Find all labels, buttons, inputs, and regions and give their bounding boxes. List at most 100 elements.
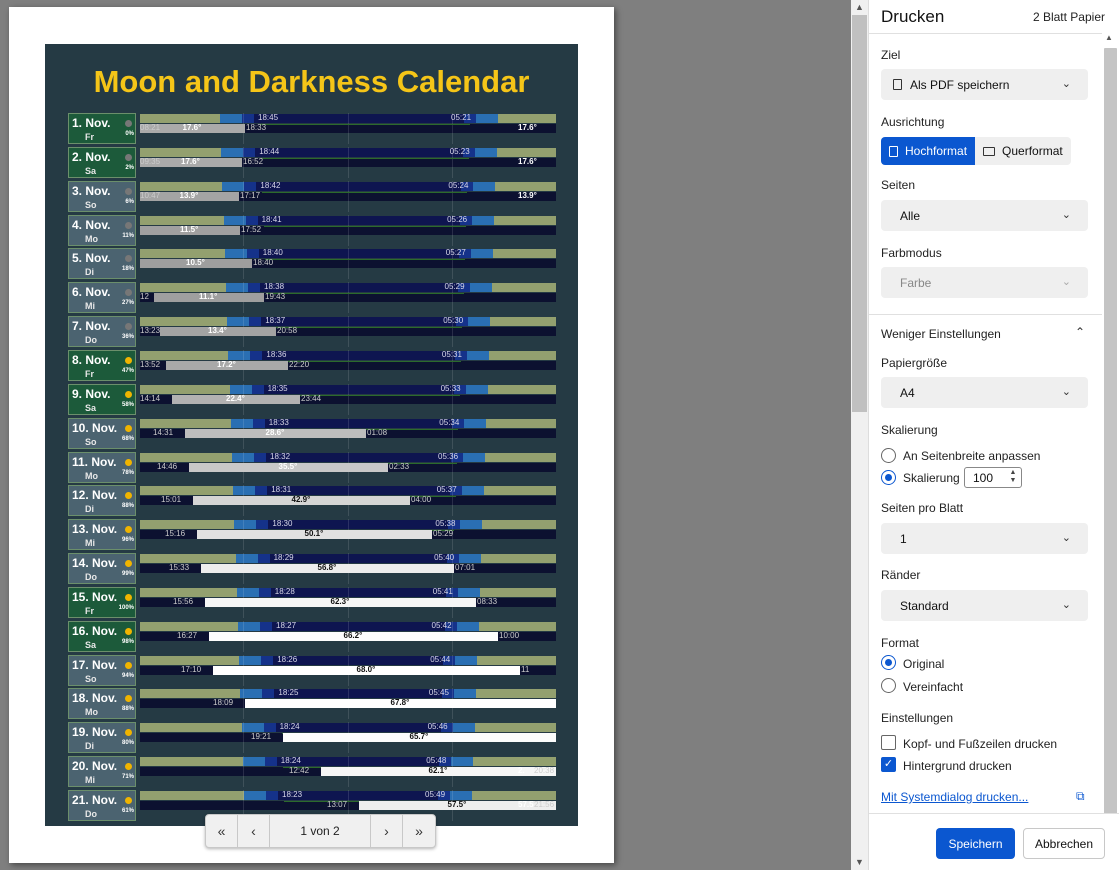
illumination-percent: 99% <box>121 571 134 578</box>
night-timeline: 18:44 05:23 17.6° 16:52 09:35 17.6° <box>140 146 556 178</box>
twilight-band <box>260 621 272 631</box>
dawn-time: 05:27 <box>445 248 466 258</box>
custom-scale-label[interactable]: Skalierung <box>903 471 960 485</box>
twilight-band <box>452 723 475 733</box>
moon-altitude: 35.5° <box>278 461 298 471</box>
twilight-band <box>266 791 278 800</box>
illumination-percent: 96% <box>121 537 134 544</box>
twilight-band <box>229 384 252 394</box>
twilight-band <box>263 723 276 733</box>
scrollbar-thumb[interactable] <box>1104 48 1117 823</box>
date-cell: 20. Nov. Mi 71% <box>68 756 136 788</box>
next-page-button[interactable]: › <box>371 815 403 847</box>
stepper-icon[interactable]: ▲ ▼ <box>1007 469 1019 486</box>
daylight-band <box>488 350 556 360</box>
daylight-band <box>140 249 225 259</box>
dusk-time: 18:33 <box>268 417 289 427</box>
grid-line <box>348 113 349 144</box>
illumination-percent: 6% <box>125 198 134 205</box>
calendar-row: 18. Nov. Mo 88% 18:25 05:45 67.8° 18:09 <box>68 688 556 720</box>
illumination-percent: 36% <box>121 334 134 341</box>
weekday-label: Mi <box>85 301 95 312</box>
background-label[interactable]: Hintergrund drucken <box>903 759 1012 773</box>
daylight-band <box>140 418 231 428</box>
dawn-time: 05:24 <box>448 180 469 190</box>
pages-per-sheet-select[interactable]: 1 ⌄ <box>881 523 1088 554</box>
portrait-button[interactable]: Hochformat <box>881 137 976 165</box>
twilight-band <box>451 757 474 767</box>
twilight-band <box>236 587 259 597</box>
dusk-time: 18:26 <box>277 654 298 664</box>
panel-scrollbar[interactable]: ▲ <box>1102 33 1119 823</box>
twilight-band <box>243 147 256 157</box>
date-label: 7. Nov. <box>72 319 111 334</box>
moon-rise-time: 15:01 <box>161 495 182 505</box>
scale-input[interactable]: 100 ▲ ▼ <box>964 467 1022 488</box>
twilight-band <box>453 689 476 699</box>
date-label: 8. Nov. <box>72 352 111 367</box>
scroll-up-icon[interactable]: ▲ <box>1105 33 1113 42</box>
calendar-row: 1. Nov. Fr 0% 18:45 05:21 17.6° 18:33 08:21 17.6… <box>68 113 556 144</box>
moon-altitude: 17.2° <box>217 359 236 369</box>
night-band <box>266 452 451 462</box>
illumination-percent: 58% <box>121 401 134 408</box>
calendar-row: 6. Nov. Mi 27% 18:38 05:29 11.1° 19:43 12 <box>68 282 556 314</box>
moon-phase-icon <box>125 424 132 432</box>
daylight-band <box>140 181 223 191</box>
destination-select[interactable]: Als PDF speichern ⌄ <box>881 69 1088 100</box>
format-original-label[interactable]: Original <box>903 657 944 671</box>
chevron-up-icon[interactable]: ⌃ <box>1075 325 1085 339</box>
prev-page-button[interactable]: ‹ <box>238 815 270 847</box>
system-dialog-link[interactable]: Mit Systemdialog drucken... <box>881 790 1028 804</box>
external-link-icon[interactable]: ⧉ <box>1076 789 1085 804</box>
custom-scale-radio[interactable] <box>881 470 896 485</box>
less-settings-toggle[interactable]: Weniger Einstellungen <box>881 327 1001 341</box>
date-cell: 4. Nov. Mo 11% <box>68 214 136 246</box>
twilight-band <box>466 350 489 360</box>
page-navigator: « ‹ 1 von 2 › » <box>205 814 436 848</box>
fit-width-label[interactable]: An Seitenbreite anpassen <box>903 449 1040 463</box>
daylight-band <box>140 757 243 767</box>
moon-rise-time: 18:09 <box>213 698 234 708</box>
twilight-band <box>474 147 497 157</box>
pages-select[interactable]: Alle ⌄ <box>881 200 1088 231</box>
first-page-button[interactable]: « <box>206 815 238 847</box>
last-page-button[interactable]: » <box>403 815 435 847</box>
moon-altitude: 62.1° <box>428 766 448 776</box>
preview-scrollbar[interactable]: ▲ ▼ <box>851 0 868 870</box>
headers-footers-label[interactable]: Kopf- und Fußzeilen drucken <box>903 737 1057 751</box>
horizon-line <box>264 259 465 261</box>
night-band <box>255 147 463 157</box>
date-label: 2. Nov. <box>72 149 111 164</box>
paper-size-select[interactable]: A4 ⌄ <box>881 377 1088 408</box>
background-checkbox[interactable]: ✓ <box>881 757 896 772</box>
save-button[interactable]: Speichern <box>936 828 1015 859</box>
moon-phase-icon <box>125 492 132 500</box>
scroll-down-icon[interactable]: ▼ <box>851 855 868 870</box>
format-label: Format <box>881 636 920 650</box>
margins-select[interactable]: Standard ⌄ <box>881 590 1088 621</box>
daylight-band <box>140 554 236 564</box>
format-simple-radio[interactable] <box>881 678 896 693</box>
night-band <box>258 249 459 259</box>
daylight-band <box>140 621 238 631</box>
scrollbar-thumb[interactable] <box>852 15 867 412</box>
headers-footers-checkbox[interactable] <box>881 735 896 750</box>
daylight-band <box>495 181 556 191</box>
landscape-button[interactable]: Querformat <box>975 137 1071 165</box>
dusk-time: 18:27 <box>276 620 297 630</box>
format-original-radio[interactable] <box>881 655 896 670</box>
twilight-band <box>235 554 258 564</box>
format-simple-label[interactable]: Vereinfacht <box>903 680 963 694</box>
pages-label: Seiten <box>881 178 916 192</box>
date-cell: 1. Nov. Fr 0% <box>68 113 136 144</box>
scroll-up-icon[interactable]: ▲ <box>851 0 868 15</box>
date-cell: 21. Nov. Do 61% <box>68 790 136 821</box>
chevron-down-icon: ⌄ <box>1061 276 1071 288</box>
moon-phase-icon <box>125 221 132 229</box>
grid-line <box>243 688 244 720</box>
daylight-band <box>472 791 556 800</box>
cancel-button[interactable]: Abbrechen <box>1023 828 1105 859</box>
moon-set-time: 18:33 <box>246 123 267 132</box>
fit-width-radio[interactable] <box>881 448 896 463</box>
